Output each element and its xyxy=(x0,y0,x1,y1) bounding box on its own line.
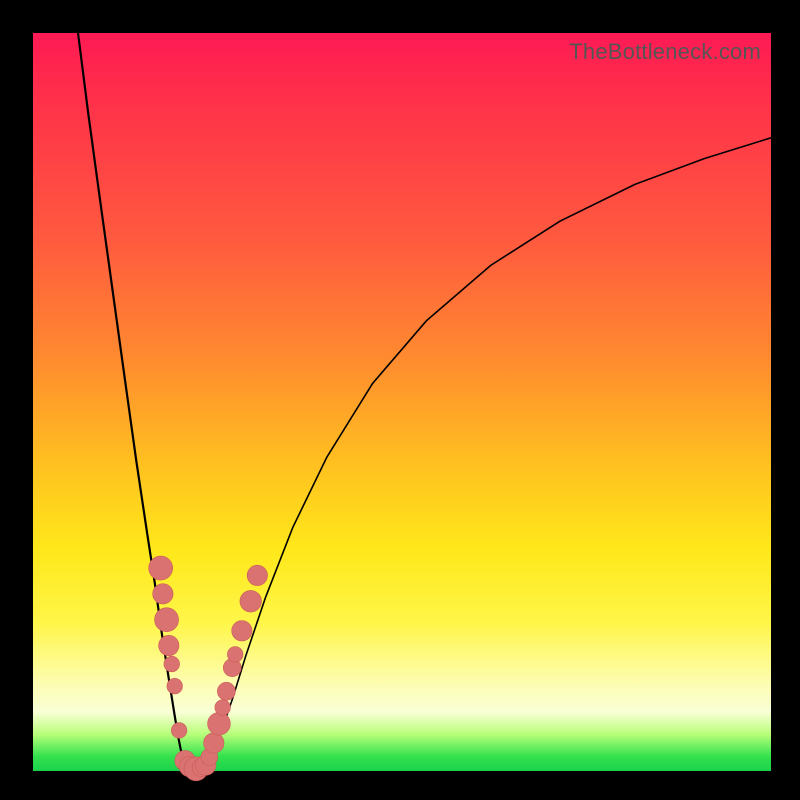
marker-dot xyxy=(215,700,231,716)
marker-dot xyxy=(167,678,183,694)
marker-dot xyxy=(159,635,179,655)
marker-dot xyxy=(171,723,187,739)
marker-dot xyxy=(217,682,235,700)
chart-frame: TheBottleneck.com xyxy=(0,0,800,800)
marker-dot xyxy=(149,556,173,580)
marker-dot xyxy=(153,584,173,604)
marker-dot xyxy=(164,656,180,672)
marker-dot xyxy=(232,621,252,641)
marker-dot xyxy=(208,712,231,735)
marker-dot xyxy=(155,608,179,632)
marker-dot xyxy=(247,565,267,585)
marker-dot xyxy=(240,590,262,612)
curve-right-branch xyxy=(206,138,771,766)
marker-dot xyxy=(227,647,243,663)
chart-plot-area: TheBottleneck.com xyxy=(33,33,771,771)
marker-dot-group xyxy=(149,556,268,781)
marker-dot xyxy=(204,733,224,753)
chart-svg xyxy=(33,33,771,771)
